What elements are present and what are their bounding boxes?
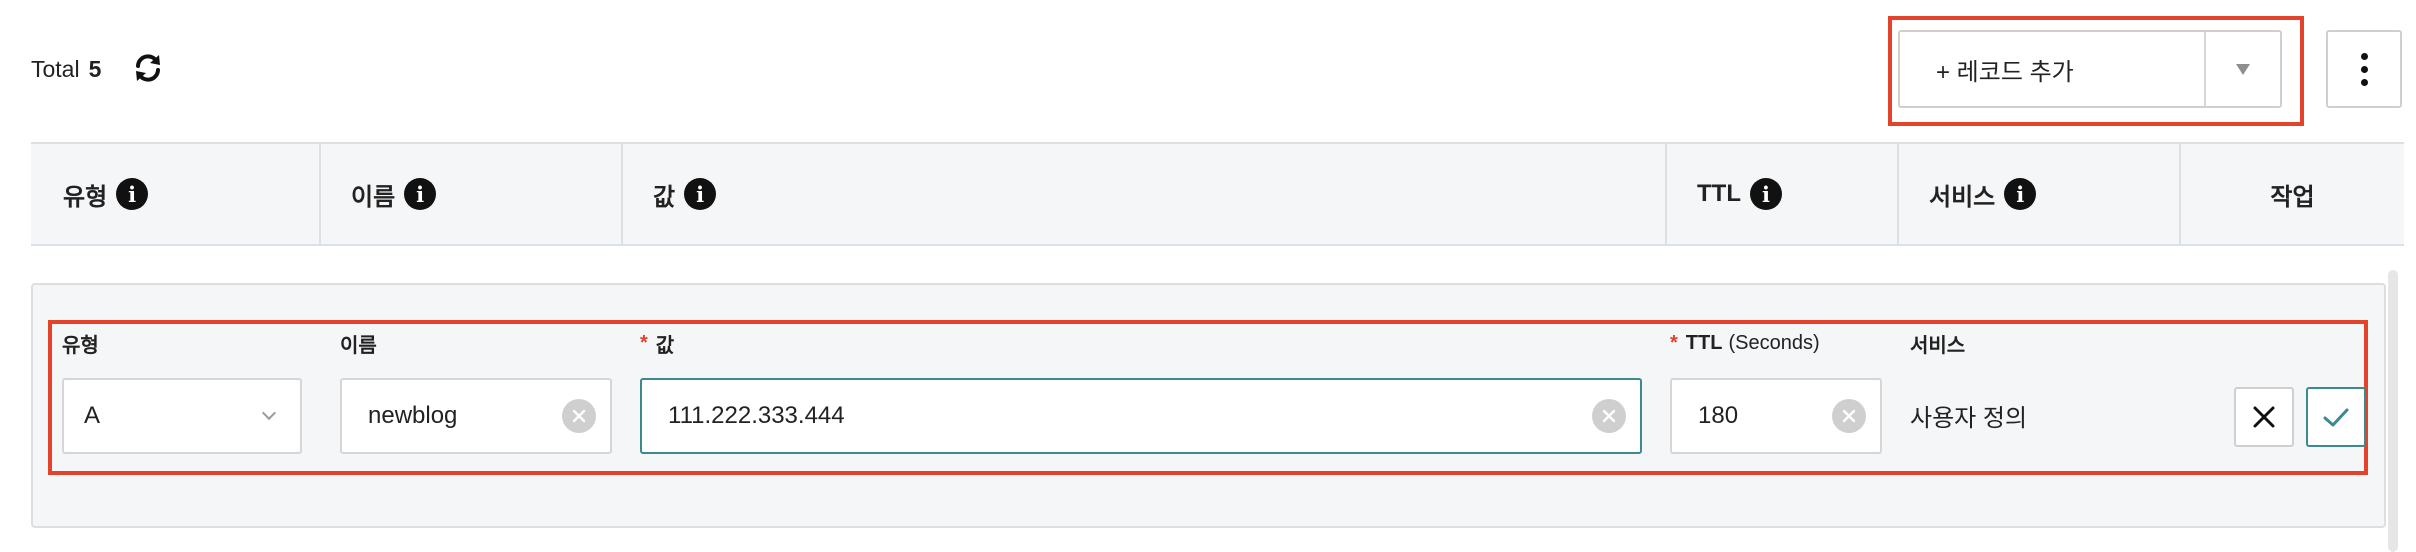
dot xyxy=(2360,52,2368,60)
add-record-dropdown-toggle[interactable] xyxy=(2204,32,2280,106)
value-input-value: 111.222.333.444 xyxy=(668,402,845,429)
column-header-label: 유형 xyxy=(63,183,108,211)
column-header-label: TTL xyxy=(1697,180,1741,207)
scrollbar[interactable] xyxy=(2388,270,2398,552)
info-icon[interactable]: i xyxy=(2004,178,2037,210)
service-value: 사용자 정의 xyxy=(1910,404,2028,432)
check-icon xyxy=(2323,408,2349,427)
dot xyxy=(2360,78,2368,86)
clear-icon[interactable] xyxy=(1592,399,1626,433)
type-select-value: A xyxy=(84,402,101,429)
column-header-label: 서비스 xyxy=(1929,183,1996,211)
column-header-label: 작업 xyxy=(2270,183,2315,211)
name-field-label: 이름 xyxy=(340,330,377,357)
type-label-text: 유형 xyxy=(62,334,99,357)
column-divider xyxy=(1665,144,1667,244)
dot xyxy=(2360,65,2368,73)
add-record-label: + 레코드 추가 xyxy=(1936,58,2074,86)
name-input[interactable]: newblog xyxy=(340,378,612,454)
column-header-label: 이름 xyxy=(351,183,396,211)
ttl-unit: (Seconds) xyxy=(1728,331,1820,354)
name-input-value: newblog xyxy=(368,402,458,429)
column-divider xyxy=(319,144,321,244)
clear-icon[interactable] xyxy=(1832,399,1866,433)
column-header-value: 값 i xyxy=(653,144,717,244)
clear-icon[interactable] xyxy=(562,399,596,433)
info-icon[interactable]: i xyxy=(404,178,437,210)
column-header-label: 값 xyxy=(653,183,676,211)
info-icon[interactable]: i xyxy=(684,178,717,210)
cancel-button[interactable] xyxy=(2234,387,2294,447)
add-record-button[interactable]: + 레코드 추가 xyxy=(1898,30,2282,108)
required-mark: * xyxy=(1670,331,1678,354)
type-field-label: 유형 xyxy=(62,330,99,357)
total-label: Total xyxy=(31,55,80,82)
column-divider xyxy=(621,144,623,244)
value-label-text: 값 xyxy=(655,334,675,357)
caret-down-icon xyxy=(2236,63,2250,75)
service-label-text: 서비스 xyxy=(1910,334,1966,357)
column-header-ttl: TTL i xyxy=(1697,144,1782,244)
column-header-type: 유형 i xyxy=(63,144,149,244)
value-input[interactable]: 111.222.333.444 xyxy=(640,378,1642,454)
column-header-service: 서비스 i xyxy=(1929,144,2037,244)
ttl-field-label: * TTL (Seconds) xyxy=(1670,330,1820,356)
confirm-button[interactable] xyxy=(2306,387,2366,447)
total-number: 5 xyxy=(88,55,102,82)
required-mark: * xyxy=(640,331,648,354)
name-label-text: 이름 xyxy=(340,334,377,357)
more-options-button[interactable] xyxy=(2326,30,2402,108)
column-header-name: 이름 i xyxy=(351,144,437,244)
column-header-actions: 작업 xyxy=(2181,144,2404,244)
ttl-input[interactable]: 180 xyxy=(1670,378,1882,454)
chevron-down-icon xyxy=(261,405,277,421)
close-icon xyxy=(2253,406,2275,428)
type-select[interactable]: A xyxy=(62,378,302,454)
value-field-label: * 값 xyxy=(640,330,675,357)
total-count: Total 5 xyxy=(31,52,101,86)
ttl-input-value: 180 xyxy=(1698,402,1739,429)
info-icon[interactable]: i xyxy=(116,178,149,210)
info-icon[interactable]: i xyxy=(1749,178,1782,210)
column-divider xyxy=(1897,144,1899,244)
refresh-icon[interactable] xyxy=(130,50,166,86)
table-header: 유형 i 이름 i 값 i TTL i 서비스 i 작업 xyxy=(31,142,2404,246)
service-field-label: 서비스 xyxy=(1910,330,1966,357)
ttl-label-text: TTL xyxy=(1685,331,1723,354)
